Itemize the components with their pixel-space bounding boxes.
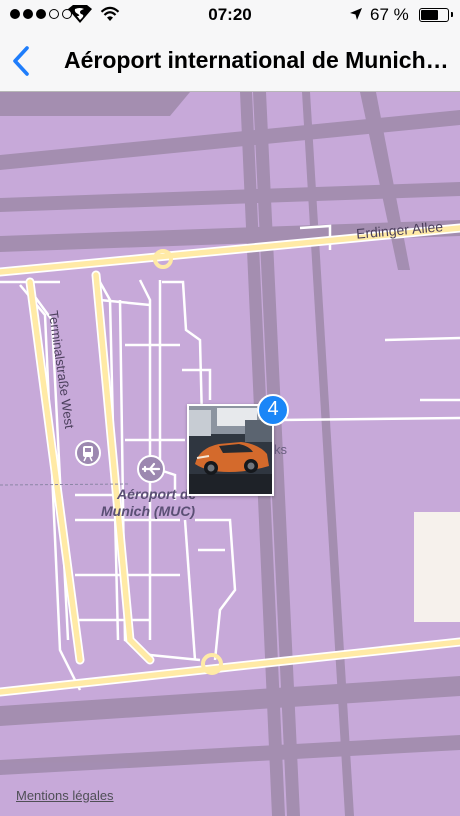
- chevron-left-icon: [13, 46, 29, 76]
- poi-partial-label: ks: [274, 442, 287, 457]
- photo-count-badge: 4: [257, 394, 289, 426]
- airplane-icon: [141, 462, 161, 476]
- location-arrow-icon: [350, 8, 362, 20]
- battery-icon: [419, 8, 453, 22]
- navigation-bar: Aéroport international de Munich (MUC): [0, 30, 460, 92]
- legal-notice-link[interactable]: Mentions légales: [16, 788, 114, 803]
- airport-label-line1: Aéroport de: [117, 486, 197, 502]
- airport-label-line2: Munich (MUC): [101, 503, 196, 519]
- building-block: [414, 512, 460, 622]
- train-station-poi[interactable]: [75, 440, 101, 466]
- back-button[interactable]: [8, 43, 38, 79]
- battery-percentage: 67 %: [370, 5, 409, 24]
- airport-poi[interactable]: [137, 455, 165, 483]
- battery-level: [421, 10, 438, 20]
- train-icon: [83, 446, 93, 462]
- page-title: Aéroport international de Munich (MUC): [64, 47, 454, 73]
- status-bar: 07:20 67 %: [0, 0, 460, 30]
